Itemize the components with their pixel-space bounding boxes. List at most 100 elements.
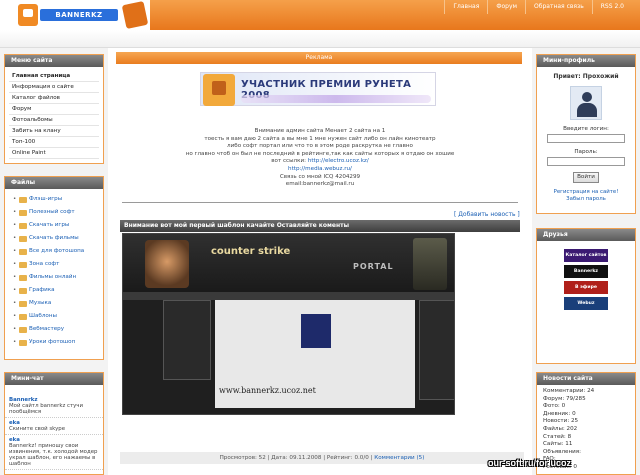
stat-comments: Комментарии: 24 — [543, 388, 595, 394]
menu-item-home[interactable]: Главная страница — [9, 71, 99, 82]
nav-home-link[interactable]: Главная — [444, 0, 487, 14]
stat-photos: Фото: 0 — [543, 403, 566, 410]
chat-message: eka Скините свой skype — [5, 418, 103, 435]
halflife-face-icon — [145, 240, 189, 288]
folder-label: Шаблоны — [29, 313, 57, 319]
friend-button-webuz[interactable]: Webuz — [564, 297, 608, 310]
folder-label: Скачать игры — [29, 222, 70, 228]
screenshot-header: counter strike PORTAL — [123, 234, 454, 292]
ads-header: Реклама — [116, 52, 522, 64]
mini-profile-block: Мини-профиль Привет: Прохожий Введите ло… — [536, 54, 636, 214]
menu-item-clan[interactable]: Забить на клану — [9, 126, 99, 137]
stat-ads: Объявления: — [543, 448, 582, 455]
folder-icon — [19, 197, 27, 203]
notice-contact-email: email:bannerkz@mail.ru — [285, 181, 355, 188]
folder-online-movies[interactable]: Фильмы онлайн — [11, 271, 97, 284]
folder-photoshop-lessons[interactable]: Уроки фотошоп — [11, 336, 97, 349]
notice-link-electro[interactable]: http://electro.ucoz.kz/ — [308, 158, 369, 164]
screenshot-url: www.bannerkz.ucoz.net — [219, 386, 316, 395]
header-strip — [0, 30, 640, 48]
friends-title: Друзья — [537, 229, 635, 241]
folder-useful-soft[interactable]: Полезный софт — [11, 206, 97, 219]
template-screenshot[interactable]: counter strike PORTAL www.bannerkz.ucoz.… — [122, 233, 455, 415]
folder-icon — [19, 249, 27, 255]
folder-icon — [19, 262, 27, 268]
folder-icon — [19, 301, 27, 307]
logo-icon — [18, 4, 38, 26]
nav-feedback-link[interactable]: Обратная связь — [525, 0, 592, 14]
stat-blog: Дневник: 0 — [543, 410, 576, 417]
mini-chat-title: Мини-чат — [5, 373, 103, 385]
news-title[interactable]: Внимание вот мой первый шаблон качайте О… — [120, 220, 520, 232]
folder-graphics[interactable]: Графика — [11, 284, 97, 297]
logo-decoration-icon — [121, 0, 149, 30]
chat-message: eka Bannerkz! приношу свои извинения, т.… — [5, 435, 103, 470]
news-footer: Просмотров: 52 | Дата: 09.11.2008 | Рейт… — [120, 452, 524, 464]
folder-label: Все для фотошопа — [29, 248, 85, 254]
site-logo[interactable]: BANNERKZ — [0, 0, 150, 30]
screenshot-content: www.bannerkz.ucoz.net — [215, 300, 415, 408]
notice-link-media[interactable]: http://media.webuz.ru/ — [170, 166, 470, 174]
notice-line: вот ссылки: http://electro.ucoz.kz/ — [170, 158, 470, 166]
runet-award-banner[interactable]: УЧАСТНИК ПРЕМИИ РУНЕТА 2008 — [200, 72, 436, 106]
folder-label: Фильмы онлайн — [29, 274, 77, 280]
folder-webmaster[interactable]: Вебмастеру — [11, 323, 97, 336]
folder-icon — [19, 223, 27, 229]
friend-button-catalog[interactable]: Каталог сайтов — [564, 249, 608, 262]
screenshot-sidebar — [163, 300, 211, 380]
login-button[interactable]: Войти — [573, 172, 599, 183]
screenshot-right-panel — [419, 300, 454, 400]
news-comments-link[interactable]: Комментарии (5) — [374, 455, 424, 461]
login-field[interactable] — [547, 134, 625, 143]
logo-text: BANNERKZ — [40, 9, 118, 21]
folder-icon — [19, 210, 27, 216]
files-block: Файлы Флэш-игры Полезный софт Скачать иг… — [4, 176, 104, 360]
friend-button-live[interactable]: В эфире — [564, 281, 608, 294]
watermark: our-soft.ru/for ucoz — [488, 458, 571, 468]
nav-rss-link[interactable]: RSS 2.0 — [591, 0, 632, 14]
site-menu-title: Меню сайта — [5, 55, 103, 67]
mini-profile-title: Мини-профиль — [537, 55, 635, 67]
mini-chat-block: Мини-чат Bannerkz Мой сайтл bannerkz сту… — [4, 372, 104, 475]
menu-item-about[interactable]: Информация о сайте — [9, 82, 99, 93]
screenshot-ad-icon — [301, 314, 331, 348]
folder-photoshop[interactable]: Все для фотошопа — [11, 245, 97, 258]
notice-contact-icq: Связь со мной ICQ 4204299 — [279, 173, 361, 180]
register-link[interactable]: Регистрация на сайте! — [537, 189, 635, 196]
menu-item-photos[interactable]: Фотоальбомы — [9, 115, 99, 126]
notice-line: либо софт портал или что то в этом роде … — [227, 143, 413, 150]
menu-item-forum[interactable]: Форум — [9, 104, 99, 115]
friend-button-bannerkz[interactable]: Bannerkz — [564, 265, 608, 278]
nav-forum-link[interactable]: Форум — [487, 0, 525, 14]
forgot-password-link[interactable]: Забыл пароль — [537, 196, 635, 203]
notice-line: тоесть я вам даю 2 сайта а вы мне 1 мне … — [204, 135, 436, 142]
notice-links-label: вот ссылки: — [271, 158, 307, 165]
soldier-icon — [413, 238, 447, 290]
admin-notice: Внимание админ сайта Менает 2 сайта на 1… — [170, 128, 470, 189]
stat-files: Файлы: 202 — [543, 425, 578, 432]
screenshot-portal: PORTAL — [353, 262, 394, 271]
folder-icon — [19, 340, 27, 346]
top-navigation: Главная Форум Обратная связь RSS 2.0 — [150, 0, 640, 30]
folder-label: Флэш-игры — [29, 196, 63, 202]
folder-movies[interactable]: Скачать фильмы — [11, 232, 97, 245]
menu-item-files[interactable]: Каталог файлов — [9, 93, 99, 104]
folder-label: Музыка — [29, 300, 52, 306]
add-news-link[interactable]: [ Добавить новость ] — [454, 211, 520, 218]
notice-line: Внимание админ сайта Менает 2 сайта на 1 — [254, 128, 386, 134]
banner-decoration — [241, 95, 431, 103]
login-label: Введите логин: — [563, 126, 609, 132]
folder-games[interactable]: Скачать игры — [11, 219, 97, 232]
password-label: Пароль: — [574, 149, 598, 155]
folder-soft-zone[interactable]: Зона софт — [11, 258, 97, 271]
password-field[interactable] — [547, 157, 625, 166]
folder-flash-games[interactable]: Флэш-игры — [11, 193, 97, 206]
stat-forum: Форум: 79/285 — [543, 395, 586, 402]
folder-templates[interactable]: Шаблоны — [11, 310, 97, 323]
files-title: Файлы — [5, 177, 103, 189]
menu-item-top100[interactable]: Топ-100 — [9, 137, 99, 148]
news-meta: Просмотров: 52 | Дата: 09.11.2008 | Рейт… — [219, 455, 373, 461]
stat-news: Новости: 25 — [543, 418, 579, 425]
folder-music[interactable]: Музыка — [11, 297, 97, 310]
menu-item-paint[interactable]: Online Paint — [9, 148, 99, 159]
